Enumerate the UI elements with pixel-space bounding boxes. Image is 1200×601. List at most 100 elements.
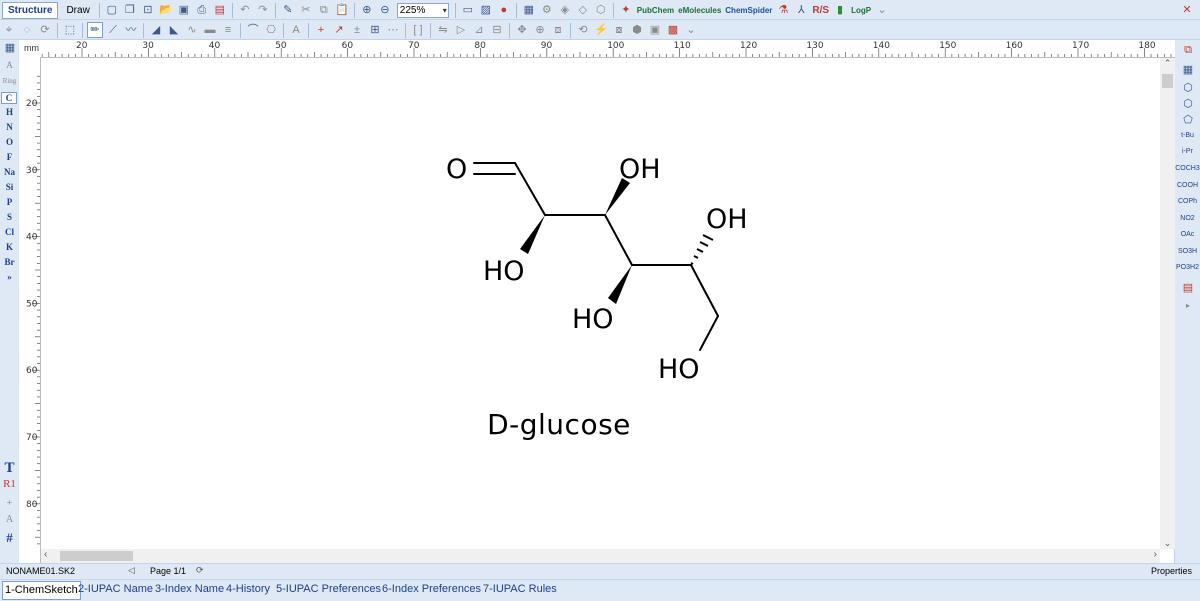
benzene-icon[interactable]: ⬡ xyxy=(1180,96,1196,112)
structure-search-icon[interactable]: ✦ xyxy=(618,2,634,18)
open-icon[interactable]: 📂 xyxy=(158,2,174,18)
mirror-icon[interactable]: ⊿ xyxy=(471,22,487,38)
print-icon[interactable]: ⎙ xyxy=(194,2,210,18)
paste-icon[interactable]: 📋 xyxy=(334,2,350,18)
vertical-scrollbar[interactable]: ⌃ ⌄ xyxy=(1160,58,1175,549)
tautomer-button-icon[interactable]: ▩ xyxy=(665,22,681,38)
atom-button-11[interactable]: Cl xyxy=(0,227,19,237)
atom-button-13[interactable]: Br xyxy=(0,257,19,267)
vertical-scroll-thumb[interactable] xyxy=(1162,74,1173,88)
atom-button-1[interactable]: Ring xyxy=(0,77,19,85)
tautomer-icon[interactable]: ⬢ xyxy=(629,22,645,38)
atom-button-6[interactable]: F xyxy=(0,152,19,162)
open-template-icon[interactable]: ⊡ xyxy=(140,2,156,18)
grid-icon[interactable]: ⊞ xyxy=(367,22,383,38)
redo-icon[interactable]: ↷ xyxy=(255,2,271,18)
bottom-tab-6[interactable]: 6-Index Preferences xyxy=(382,583,481,595)
text-tool-button-2[interactable]: + xyxy=(0,498,19,509)
template-group-3[interactable]: COOH xyxy=(1175,182,1200,189)
new-icon[interactable]: ▢ xyxy=(104,2,120,18)
text-tool-button-0[interactable]: T xyxy=(0,460,19,477)
horizontal-scrollbar[interactable]: ‹ › xyxy=(41,549,1160,563)
atom-button-8[interactable]: Si xyxy=(0,182,19,192)
check-icon[interactable]: ⬡ xyxy=(593,2,609,18)
rs-button[interactable]: R/S xyxy=(812,5,829,16)
periodic-table-icon[interactable]: ▤ xyxy=(1180,280,1196,296)
text-tool-button-4[interactable]: # xyxy=(0,530,19,546)
template-group-1[interactable]: i-Pr xyxy=(1175,148,1200,155)
bottom-tab-3[interactable]: 3-Index Name xyxy=(155,583,224,595)
properties-button[interactable]: Properties xyxy=(1151,566,1192,576)
bottom-tab-2[interactable]: 2-IUPAC Name xyxy=(78,583,153,595)
emolecules-button[interactable]: eMolecules xyxy=(678,6,721,15)
bracket-icon[interactable]: [ ] xyxy=(410,22,426,38)
scroll-up-icon[interactable]: ⌃ xyxy=(1160,58,1175,69)
atom-button-4[interactable]: N xyxy=(0,122,19,132)
move-icon[interactable]: ✥ xyxy=(514,22,530,38)
atom-button-14[interactable]: » xyxy=(0,272,19,282)
inchi-icon[interactable]: ◇ xyxy=(575,2,591,18)
atom-button-10[interactable]: S xyxy=(0,212,19,222)
atom-button-12[interactable]: K xyxy=(0,242,19,252)
3d-icon[interactable]: ◈ xyxy=(557,2,573,18)
group-icon[interactable]: ⧈ xyxy=(550,22,566,38)
template-group-5[interactable]: NO2 xyxy=(1175,215,1200,222)
horizontal-scroll-thumb[interactable] xyxy=(60,551,133,561)
triangle-icon[interactable]: ▷ xyxy=(453,22,469,38)
zoom-select[interactable]: 225% ▾ xyxy=(396,2,449,18)
pdf-icon[interactable]: ▤ xyxy=(212,2,228,18)
show-page-icon[interactable]: ▭ xyxy=(460,2,476,18)
drawing-canvas[interactable]: O OH OH HO HO HO xyxy=(41,58,1160,549)
draw-chain-icon[interactable]: ⟋ xyxy=(105,22,121,38)
periodic-table-icon[interactable]: ▦ xyxy=(2,40,18,56)
scroll-right-icon[interactable]: › xyxy=(1154,549,1157,560)
bottom-tab-4[interactable]: 4-History xyxy=(226,583,270,595)
atom-button-0[interactable]: A xyxy=(0,60,19,70)
explode-icon[interactable]: ⚡ xyxy=(593,22,609,38)
template-group-7[interactable]: SO3H xyxy=(1175,248,1200,255)
reactions-icon[interactable]: ⚗ xyxy=(775,2,791,18)
toolbar-more-icon[interactable]: ⌄ xyxy=(874,2,890,18)
text-tool-button-1[interactable]: R1 xyxy=(0,478,19,490)
scroll-left-icon[interactable]: ‹ xyxy=(44,549,47,560)
draw-bond-icon[interactable]: ✏ xyxy=(87,22,103,38)
center-icon[interactable]: ⊕ xyxy=(532,22,548,38)
bold-bond-icon[interactable]: ▬ xyxy=(202,22,218,38)
save-icon[interactable]: ▣ xyxy=(176,2,192,18)
ring-fuse-icon[interactable]: ▣ xyxy=(647,22,663,38)
bottom-tab-5[interactable]: 5-IUPAC Preferences xyxy=(276,583,381,595)
lasso-icon[interactable]: ◌ xyxy=(19,22,35,38)
arrow-icon[interactable]: ↗ xyxy=(331,22,347,38)
atom-button-2[interactable]: C xyxy=(1,92,17,104)
rotate-icon[interactable]: ⟳ xyxy=(37,22,53,38)
draw-zigzag-icon[interactable]: 〰 xyxy=(123,22,139,38)
logp-icon[interactable]: ▮ xyxy=(832,2,848,18)
draw-mode-tab[interactable]: Draw xyxy=(60,2,95,19)
templates-icon[interactable]: ▦ xyxy=(1180,62,1196,78)
clean-structure-icon[interactable]: ⟲ xyxy=(575,22,591,38)
image-icon[interactable]: ▨ xyxy=(478,2,494,18)
atom-button-5[interactable]: O xyxy=(0,137,19,147)
glucose-structure[interactable]: O OH OH HO HO HO xyxy=(41,58,1160,549)
template-group-2[interactable]: COCH3 xyxy=(1175,165,1200,172)
hash-bond-icon[interactable]: ≡ xyxy=(220,22,236,38)
compound-name-label[interactable]: D-glucose xyxy=(459,408,659,441)
atom-button-3[interactable]: H xyxy=(0,107,19,117)
template-icon[interactable]: ⎔ xyxy=(263,22,279,38)
table-icon[interactable]: ▦ xyxy=(521,2,537,18)
close-document-icon[interactable]: ✕ xyxy=(1179,2,1195,18)
scroll-down-icon[interactable]: ⌄ xyxy=(1160,538,1175,549)
clean-icon[interactable]: ✎ xyxy=(280,2,296,18)
page-add-icon[interactable]: ⟳ xyxy=(196,565,204,576)
flip-icon[interactable]: ⇋ xyxy=(435,22,451,38)
wedge-down-icon[interactable]: ◣ xyxy=(166,22,182,38)
stereo-icon[interactable]: ⅄ xyxy=(793,2,809,18)
bottom-tab-7[interactable]: 7-IUPAC Rules xyxy=(483,583,557,595)
color-icon[interactable]: ● xyxy=(496,2,512,18)
chain-length-icon[interactable]: ⋯ xyxy=(385,22,401,38)
toolbar2-more-icon[interactable]: ⌄ xyxy=(683,22,699,38)
undo-icon[interactable]: ↶ xyxy=(237,2,253,18)
template-window-icon[interactable]: ⧉ xyxy=(1180,42,1196,58)
template-group-6[interactable]: OAc xyxy=(1175,231,1200,238)
template-group-8[interactable]: PO3H2 xyxy=(1175,264,1200,271)
